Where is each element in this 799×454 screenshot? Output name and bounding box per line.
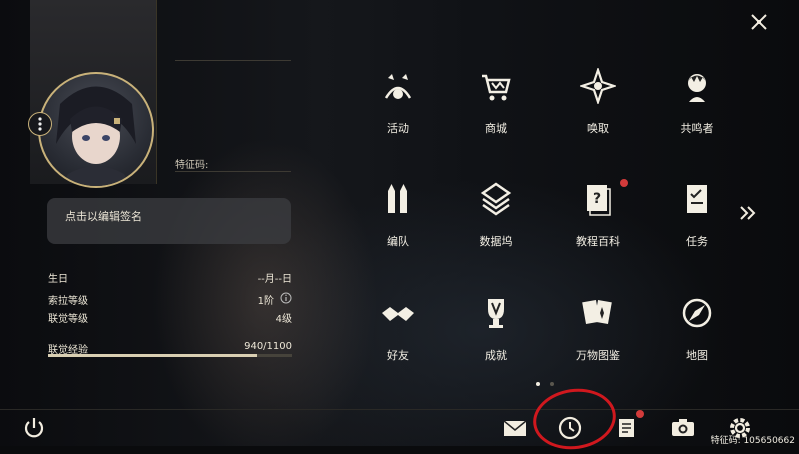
exp-value: 940/1100 <box>244 341 292 352</box>
bottom-bar <box>0 410 799 446</box>
new-badge <box>620 179 628 187</box>
menu-item-label: 唤取 <box>587 122 609 135</box>
menu-item-tutorial[interactable]: ? 教程百科 <box>558 179 638 271</box>
menu-item-label: 活动 <box>387 122 409 135</box>
feature-code-label: 特征码: <box>175 160 209 171</box>
power-icon[interactable] <box>20 414 48 442</box>
menu-item-resonator[interactable]: 共鸣者 <box>657 68 737 158</box>
menu-item-label: 商城 <box>485 122 507 135</box>
stat-value-birthday: --月--日 <box>257 274 292 285</box>
menu-item-quest[interactable]: 任务 <box>657 181 737 271</box>
notice-icon[interactable] <box>613 414 641 442</box>
menu-item-label: 好友 <box>387 349 409 362</box>
divider-line <box>175 60 291 61</box>
stat-value-sola-level: 1阶 <box>257 296 274 307</box>
avatar-portrait <box>56 86 136 186</box>
page-indicator <box>536 371 564 390</box>
stat-label-birthday: 生日 <box>48 274 68 285</box>
stat-label-union-level: 联觉等级 <box>48 314 88 325</box>
divider-line <box>175 171 291 172</box>
menu-item-data-bank[interactable]: 数据坞 <box>456 181 536 271</box>
more-options-button[interactable] <box>28 112 52 136</box>
menu-item-shop[interactable]: 商城 <box>456 68 536 158</box>
menu-item-team[interactable]: 编队 <box>358 181 438 271</box>
team-icon <box>388 184 407 213</box>
mail-icon[interactable] <box>501 414 529 442</box>
menu-item-map[interactable]: 地图 <box>657 295 737 385</box>
map-icon <box>682 298 712 328</box>
next-page-icon[interactable] <box>738 203 758 223</box>
menu-item-label: 任务 <box>686 235 708 248</box>
page-dot[interactable] <box>550 382 554 386</box>
stat-label-sola-level: 索拉等级 <box>48 296 88 307</box>
signature-box[interactable]: 点击以编辑签名 <box>47 198 291 244</box>
close-icon[interactable] <box>749 12 769 32</box>
tutorial-icon: ? <box>587 185 611 216</box>
notice-badge <box>636 410 644 418</box>
menu-item-label: 教程百科 <box>576 235 620 248</box>
menu-item-label: 万物图鉴 <box>576 349 620 362</box>
data-bank-icon <box>480 182 512 216</box>
friends-icon <box>382 307 414 321</box>
avatar[interactable] <box>38 72 154 188</box>
menu-item-friends[interactable]: 好友 <box>358 295 438 385</box>
svg-text:?: ? <box>593 191 601 207</box>
achievement-icon <box>488 299 504 328</box>
page-dot[interactable] <box>536 382 540 386</box>
shop-icon <box>482 74 511 101</box>
activity-icon <box>384 74 412 99</box>
more-icon <box>38 117 42 131</box>
menu-item-label: 数据坞 <box>479 235 513 248</box>
resonator-icon <box>688 74 706 102</box>
menu-item-activity[interactable]: 活动 <box>358 68 438 158</box>
menu-item-archive[interactable]: 万物图鉴 <box>558 295 638 385</box>
menu-item-label: 共鸣者 <box>680 122 714 135</box>
exp-progress-fill <box>48 354 257 357</box>
signature-placeholder: 点击以编辑签名 <box>65 210 142 223</box>
menu-item-label: 编队 <box>387 235 409 248</box>
menu-item-label: 地图 <box>686 349 708 362</box>
menu-item-convene[interactable]: 唤取 <box>558 68 638 158</box>
footer-feature-code: 特征码: 105650662 <box>710 436 795 446</box>
convene-icon <box>580 68 616 104</box>
archive-icon <box>582 299 612 325</box>
menu-item-label: 成就 <box>485 349 507 362</box>
info-icon[interactable] <box>280 292 292 304</box>
exp-progress-bar <box>48 354 292 357</box>
menu-item-achievement[interactable]: 成就 <box>456 295 536 385</box>
stat-value-union-level: 4级 <box>275 314 292 325</box>
camera-icon[interactable] <box>669 414 697 442</box>
quest-icon <box>687 185 707 213</box>
